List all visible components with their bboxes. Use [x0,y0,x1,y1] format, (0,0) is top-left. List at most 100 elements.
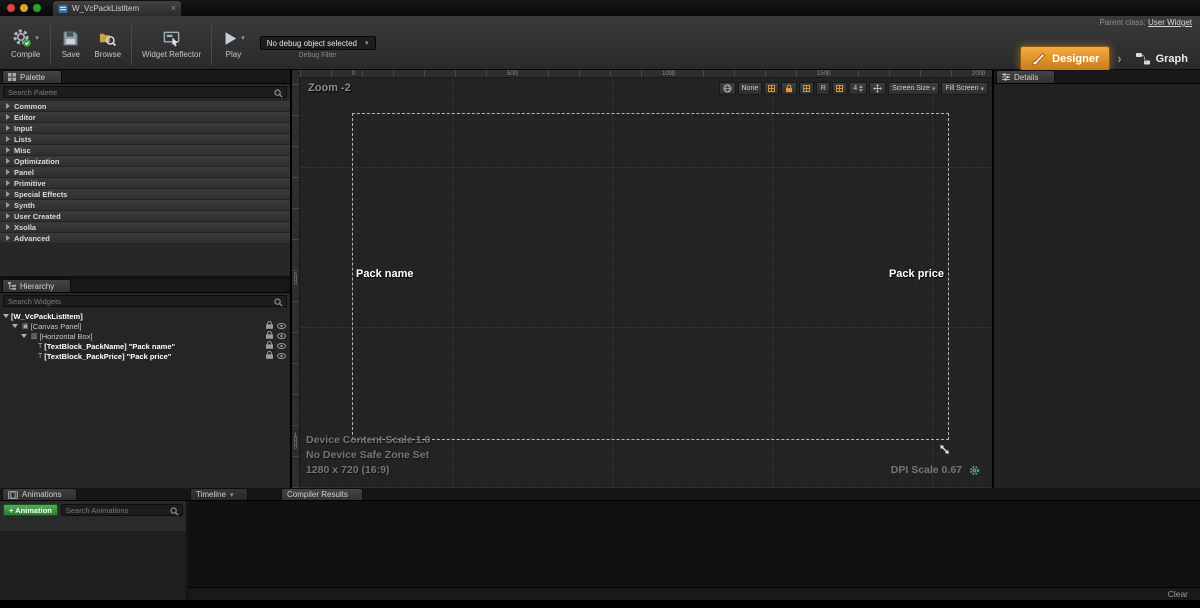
transform-mode-button[interactable] [869,82,886,95]
toolbar-separator [131,25,132,65]
save-button[interactable]: Save [54,25,87,61]
dpi-settings-gear-icon[interactable] [969,463,980,481]
hierarchy-icon [8,282,16,290]
palette-category-label: Advanced [14,234,50,243]
parent-class-link[interactable]: User Widget [1148,18,1192,27]
minimize-window-button[interactable] [20,4,28,12]
palette-category-primitive[interactable]: Primitive [0,178,290,189]
lock-icon[interactable] [266,321,273,331]
flow-direction-button[interactable] [719,82,736,95]
unreal-umg-editor-window: W_VcPackListItem × Parent class: User Wi… [0,0,1200,608]
tab-hierarchy[interactable]: Hierarchy [2,279,71,292]
film-icon [8,491,18,499]
palette-category-common[interactable]: Common [0,101,290,112]
collapse-arrow-icon[interactable] [12,324,18,328]
ruler-tick-label: 500 [293,273,299,285]
palette-category-panel[interactable]: Panel [0,167,290,178]
orange-grid-icon [836,85,843,92]
pack-price-textblock[interactable]: Pack price [889,268,944,280]
palette-category-editor[interactable]: Editor [0,112,290,123]
lock-icon[interactable] [266,341,273,351]
hierarchy-panel: Hierarchy [W_VcPackListItem]▣[Canvas Pan… [0,279,290,488]
widget-canvas-outline[interactable] [352,113,949,440]
toolbar-separator [50,25,51,65]
hierarchy-row[interactable]: ▣[Canvas Panel] [0,321,290,331]
main-area: Palette CommonEditorInputListsMiscOptimi… [0,70,1200,488]
palette-icon [8,73,16,81]
add-animation-button[interactable]: + Animation [3,504,58,516]
hierarchy-search-input[interactable] [8,297,272,306]
palette-search[interactable] [3,86,287,98]
stepper-arrows-icon[interactable] [859,85,863,92]
hierarchy-row[interactable]: ▥[Horizontal Box] [0,331,290,341]
viewport-toolbar: None R 4 Screen Size ▾ [719,82,989,95]
search-icon [274,89,283,98]
ruler-tick-label: 1500 [817,70,830,78]
tab-compiler-results[interactable]: Compiler Results [281,488,363,500]
browse-button[interactable]: Browse [87,25,128,61]
animations-search-input[interactable] [66,506,168,515]
play-options-arrow-icon[interactable]: ▾ [241,34,245,42]
tab-timeline[interactable]: Timeline ▾ [190,488,248,500]
tab-details[interactable]: Details [996,70,1055,83]
palette-category-lists[interactable]: Lists [0,134,290,145]
fill-screen-dropdown[interactable]: Fill Screen ▾ [941,82,988,95]
designer-viewport[interactable]: 0500100015002000 5001000 Zoom -2 None R [292,70,992,488]
palette-category-xsolla[interactable]: Xsolla [0,222,290,233]
hierarchy-row[interactable]: T[TextBlock_PackName] "Pack name" [0,341,290,351]
debug-object-dropdown[interactable]: No debug object selected ▾ [260,36,376,50]
hierarchy-row[interactable]: [W_VcPackListItem] [0,311,290,321]
pack-name-textblock[interactable]: Pack name [356,268,413,280]
canvas-resize-handle-icon[interactable] [938,443,951,461]
palette-category-synth[interactable]: Synth [0,200,290,211]
palette-category-misc[interactable]: Misc [0,145,290,156]
palette-search-input[interactable] [8,88,272,97]
palette-category-input[interactable]: Input [0,123,290,134]
play-button[interactable]: ▾ Play [215,25,252,61]
palette-category-optimization[interactable]: Optimization [0,156,290,167]
palette-category-label: Panel [14,168,34,177]
palette-category-special-effects[interactable]: Special Effects [0,189,290,200]
hierarchy-row[interactable]: T[TextBlock_PackPrice] "Pack price" [0,351,290,361]
dpi-scale-label: DPI Scale 0.67 [891,464,962,476]
grid-size-stepper[interactable]: 4 [849,82,867,95]
compile-options-arrow-icon[interactable]: ▾ [35,34,39,42]
collapse-arrow-icon[interactable] [3,314,9,318]
tab-palette[interactable]: Palette [2,70,62,83]
maximize-window-button[interactable] [33,4,41,12]
lock-icon[interactable] [266,331,273,341]
eye-icon[interactable] [277,342,286,351]
widget-reflector-button[interactable]: Widget Reflector [135,25,208,61]
grid-snap-button[interactable] [764,82,779,95]
palette-category-advanced[interactable]: Advanced [0,233,290,244]
chevron-down-icon: ▾ [932,85,936,93]
collapse-arrow-icon[interactable] [21,334,27,338]
eye-icon[interactable] [277,322,286,331]
eye-icon[interactable] [277,332,286,341]
lock-icon[interactable] [266,351,273,361]
hierarchy-search[interactable] [3,295,287,307]
tab-animations[interactable]: Animations [2,488,77,500]
compile-button[interactable]: ▾ Compile [4,25,47,61]
safe-zone-label: No Device Safe Zone Set [306,449,429,461]
expand-arrow-icon [6,125,10,131]
graph-mode-button[interactable]: Graph [1129,46,1194,71]
lock-aspect-button[interactable] [781,82,797,95]
translation-snap-button[interactable] [799,82,814,95]
canvas-panel-icon: ▣ [22,323,29,330]
close-window-button[interactable] [7,4,15,12]
debug-filter-group: No debug object selected ▾ Debug Filter [260,36,376,59]
scale-snap-button[interactable] [832,82,847,95]
animations-search[interactable] [61,504,183,516]
screen-size-dropdown[interactable]: Screen Size ▾ [888,82,939,95]
palette-category-user-created[interactable]: User Created [0,211,290,222]
rotation-snap-button[interactable]: R [816,82,830,95]
designer-mode-button[interactable]: Designer [1020,46,1110,71]
asset-tab[interactable]: W_VcPackListItem × [52,0,182,16]
close-tab-icon[interactable]: × [171,4,176,13]
hierarchy-row-label: [TextBlock_PackName] "Pack name" [44,342,175,351]
expand-arrow-icon [6,158,10,164]
clear-log-button[interactable]: Clear [1168,589,1188,599]
eye-icon[interactable] [277,352,286,361]
localization-preview-dropdown[interactable]: None [738,82,763,95]
